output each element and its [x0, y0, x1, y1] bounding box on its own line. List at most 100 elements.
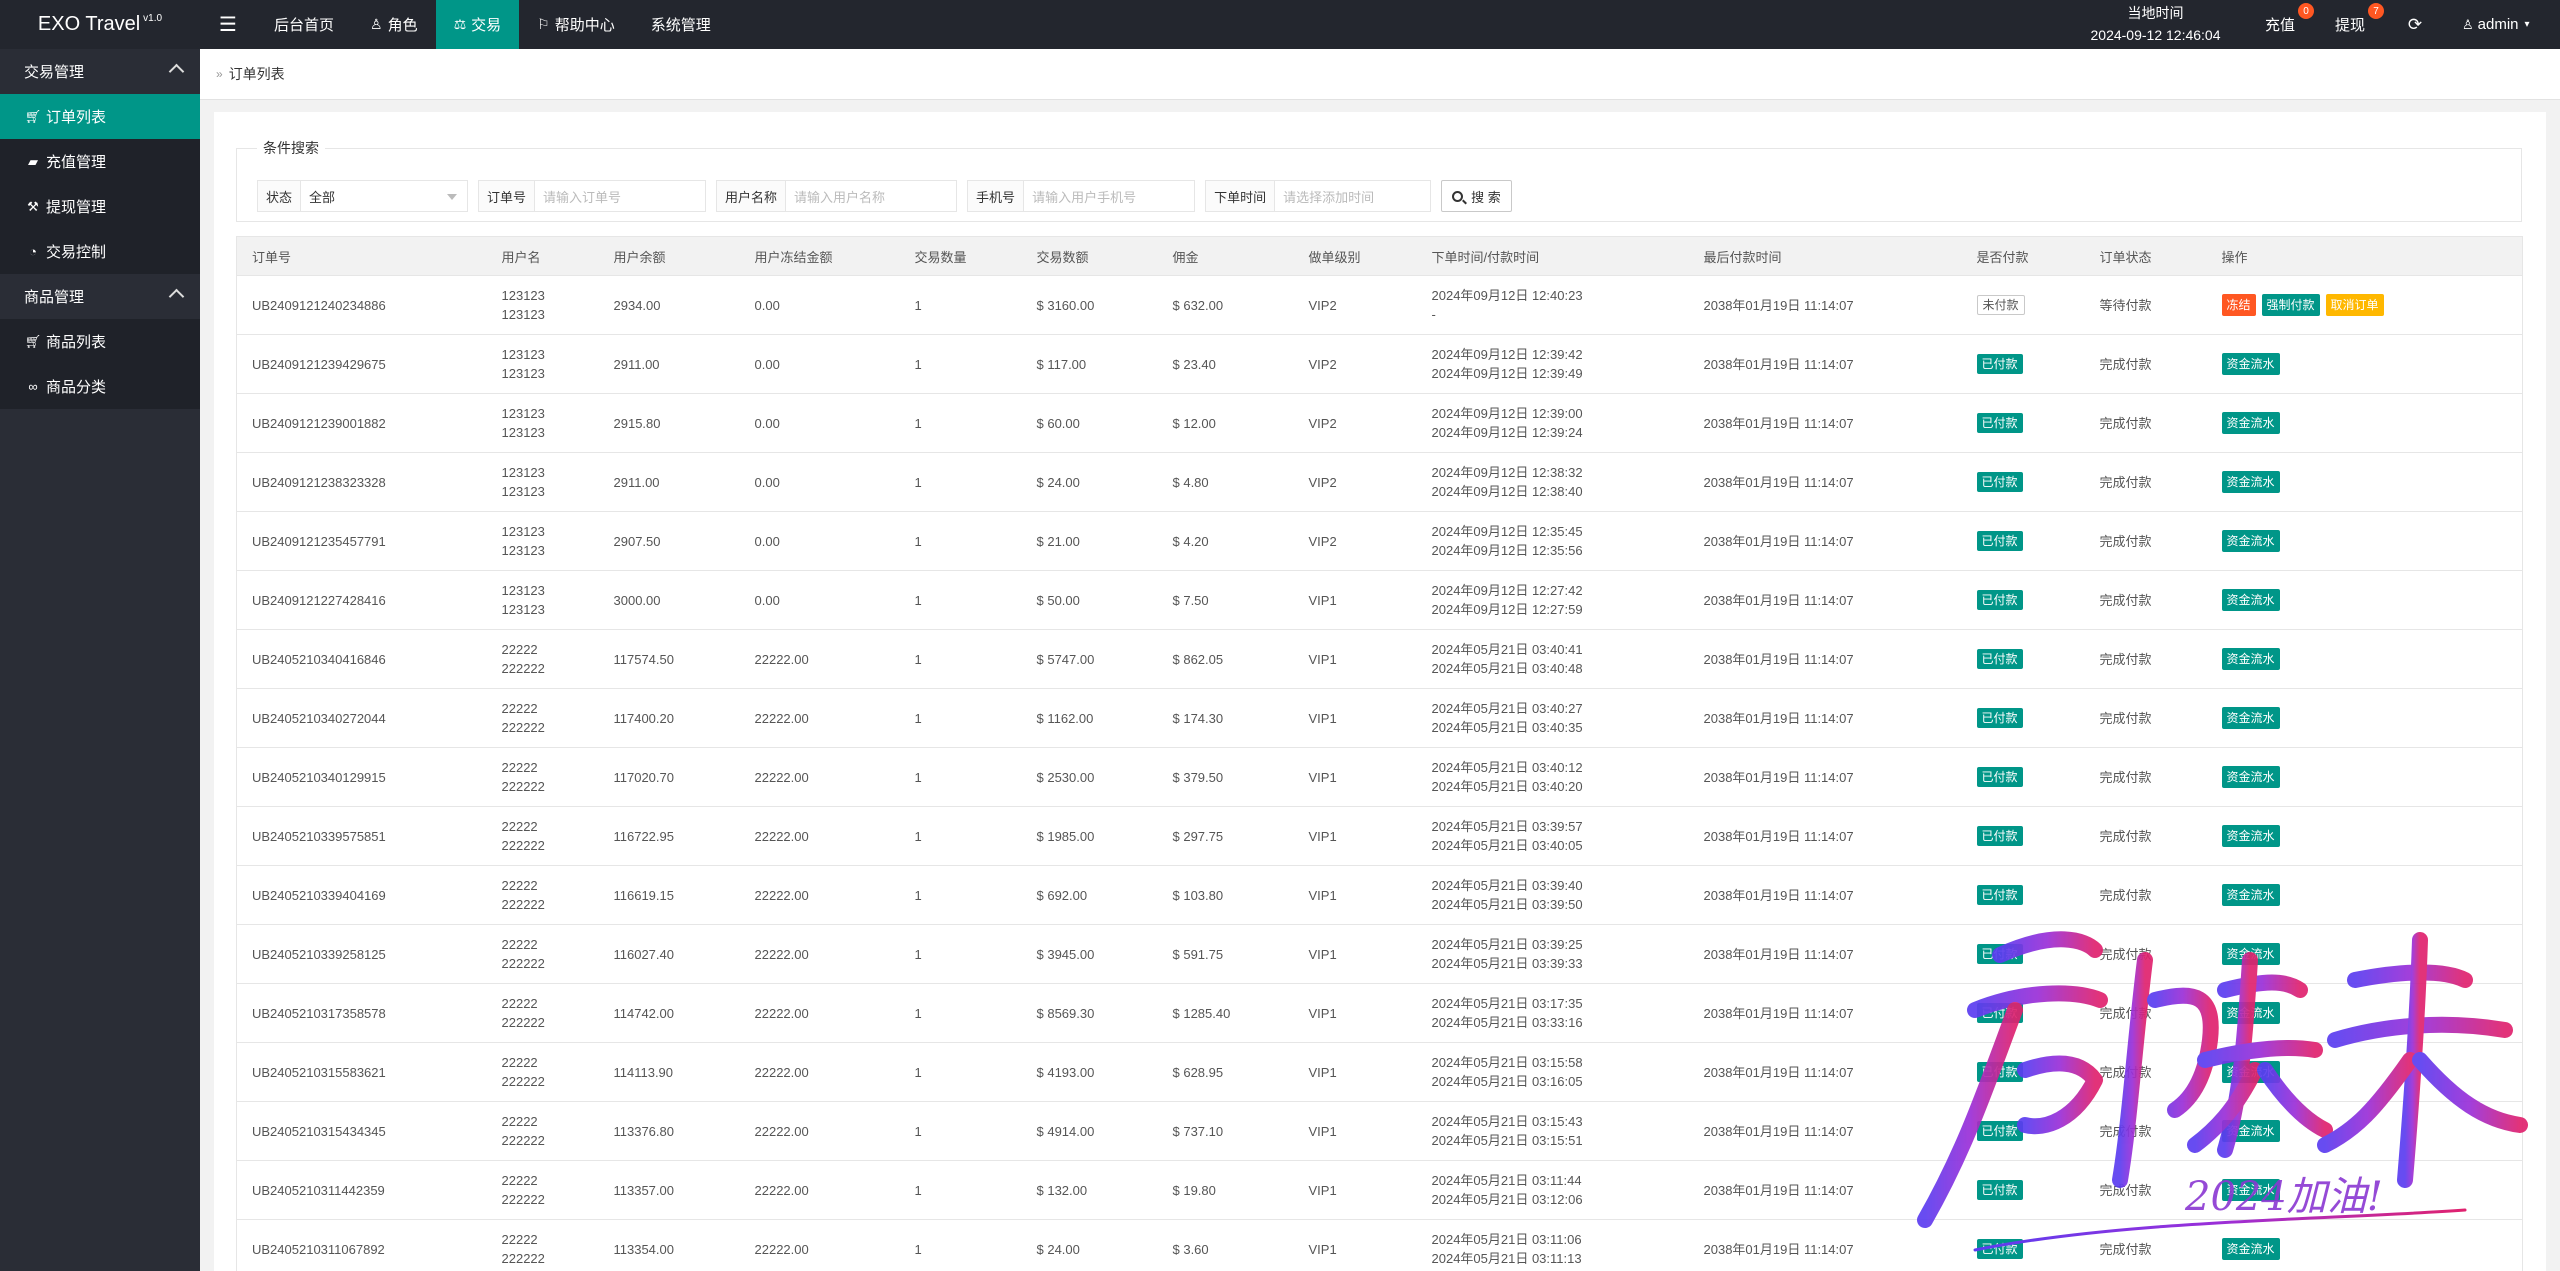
cell-balance: 114742.00 — [598, 983, 740, 1043]
table-row[interactable]: UB2405210311442359 22222 222222 113357.00 22… — [236, 1160, 2523, 1220]
fund-flow-button[interactable]: 资金流水 — [2221, 943, 2280, 965]
app-title: EXO Travel — [37, 13, 141, 35]
cell-balance: 116722.95 — [598, 806, 740, 866]
pay-time: 2024年09月12日 12:39:49 — [1431, 366, 1583, 381]
paid-badge: 已付款 — [1976, 708, 2023, 728]
user-menu[interactable]: ♙ admin ▾ — [2462, 0, 2530, 49]
fund-flow-button[interactable]: 资金流水 — [2221, 648, 2280, 670]
fund-flow-button[interactable]: 资金流水 — [2221, 1002, 2280, 1024]
cell-commission: $ 19.80 — [1157, 1160, 1294, 1220]
cell-username: 123123 123123 — [486, 275, 599, 335]
order-no: UB2409121239429675 — [252, 356, 386, 372]
pay-time: 2024年05月21日 03:16:05 — [1431, 1074, 1583, 1089]
fund-flow-button[interactable]: 资金流水 — [2221, 1179, 2280, 1201]
fund-flow-button[interactable]: 资金流水 — [2221, 412, 2280, 434]
fund-flow-button[interactable]: 资金流水 — [2221, 884, 2280, 906]
cell-level: VIP1 — [1293, 629, 1417, 689]
username: 22222 — [501, 819, 538, 834]
table-row[interactable]: UB2409121238323328 123123 123123 2911.00 0.0… — [236, 452, 2523, 512]
table-row[interactable]: UB2405210339258125 22222 222222 116027.40 22… — [236, 924, 2523, 984]
table-row[interactable]: UB2405210315434345 22222 222222 113376.80 22… — [236, 1101, 2523, 1161]
table-row[interactable]: UB2405210340272044 22222 222222 117400.20 22… — [236, 688, 2523, 748]
table-row[interactable]: UB2405210340129915 22222 222222 117020.70 22… — [236, 747, 2523, 807]
cell-username: 22222 222222 — [486, 865, 599, 925]
table-row[interactable]: UB2405210339575851 22222 222222 116722.95 22… — [236, 806, 2523, 866]
orders-table: 订单号 用户名 用户余额 用户冻结金额 交易数量 交易数额 佣金 做单级别 下单时间/付款时间最… — [236, 236, 2523, 1271]
cell-last-pay: 2038年01月19日 11:14:07 — [1688, 393, 1962, 453]
pay-time: 2024年09月12日 12:39:24 — [1431, 425, 1583, 440]
fund-flow-button[interactable]: 资金流水 — [2221, 1061, 2280, 1083]
freeze-button[interactable]: 冻结 — [2221, 294, 2256, 316]
cell-paid: 已付款 — [1961, 1219, 2085, 1271]
username: 123123 — [501, 465, 545, 480]
menu-toggle-icon[interactable]: ☰ — [200, 0, 256, 49]
username: 22222 — [501, 1232, 538, 1247]
commission: $ 4.20 — [1172, 533, 1209, 549]
phone-input[interactable]: 请输入用户手机号 — [1024, 181, 1194, 211]
last-pay-time: 2038年01月19日 11:14:07 — [1703, 946, 1854, 962]
fund-flow-button[interactable]: 资金流水 — [2221, 707, 2280, 729]
user-phone: 123123 — [501, 307, 545, 322]
chevron-up-icon — [168, 63, 185, 80]
order-input[interactable]: 请输入订单号 — [535, 181, 705, 211]
nav-home[interactable]: 后台首页 — [256, 0, 352, 49]
table-row[interactable]: UB2405210311067892 22222 222222 113354.00 22… — [236, 1219, 2523, 1271]
cell-amount: $ 5747.00 — [1021, 629, 1158, 689]
table-row[interactable]: UB2409121235457791 123123 123123 2907.50 0.0… — [236, 511, 2523, 571]
sidebar-item-trade-control[interactable]: ◔ 交易控制 — [0, 229, 200, 274]
time-input[interactable]: 请选择添加时间 — [1275, 181, 1430, 211]
search-button[interactable]: 搜 索 — [1441, 180, 1512, 212]
cell-balance: 3000.00 — [598, 570, 740, 630]
sidebar-item-recharge[interactable]: ▰ 充值管理 — [0, 139, 200, 184]
last-pay-time: 2038年01月19日 11:14:07 — [1703, 1064, 1854, 1080]
cancel-order-button[interactable]: 取消订单 — [2325, 294, 2384, 316]
pay-time: 2024年05月21日 03:15:51 — [1431, 1133, 1583, 1148]
table-row[interactable]: UB2405210340416846 22222 222222 117574.50 22… — [236, 629, 2523, 689]
nav-system[interactable]: 系统管理 — [633, 0, 729, 49]
sidebar-group-goods[interactable]: 商品管理 — [0, 274, 200, 319]
fund-flow-button[interactable]: 资金流水 — [2221, 589, 2280, 611]
fund-flow-button[interactable]: 资金流水 — [2221, 353, 2280, 375]
table-row[interactable]: UB2409121240234886 123123 123123 2934.00 0.0… — [236, 275, 2523, 335]
sidebar-item-orders[interactable]: 🛒︎ 订单列表 — [0, 94, 200, 139]
fund-flow-button[interactable]: 资金流水 — [2221, 530, 2280, 552]
nav-trade[interactable]: ⚖ 交易 — [435, 0, 520, 49]
cell-balance: 2907.50 — [598, 511, 740, 571]
table-row[interactable]: UB2405210339404169 22222 222222 116619.15 22… — [236, 865, 2523, 925]
frozen-amount: 22222.00 — [754, 1064, 809, 1080]
table-row[interactable]: UB2409121227428416 123123 123123 3000.00 0.0… — [236, 570, 2523, 630]
table-row[interactable]: UB2409121239429675 123123 123123 2911.00 0.0… — [236, 334, 2523, 394]
cell-status: 完成付款 — [2084, 806, 2207, 866]
cell-order-no: UB2405210340272044 — [236, 688, 487, 748]
sidebar-group-trade[interactable]: 交易管理 — [0, 49, 200, 94]
force-pay-button[interactable]: 强制付款 — [2261, 294, 2320, 316]
fund-flow-button[interactable]: 资金流水 — [2221, 766, 2280, 788]
fund-flow-button[interactable]: 资金流水 — [2221, 1238, 2280, 1260]
refresh-icon[interactable]: ⟳ — [2400, 0, 2430, 49]
app-logo[interactable]: EXO Travel v1.0 — [0, 0, 200, 49]
status-select[interactable]: 全部 — [301, 181, 467, 211]
withdraw-link[interactable]: 提现 7 — [2335, 0, 2384, 49]
sidebar-item-goods-list[interactable]: 🛒︎ 商品列表 — [0, 319, 200, 364]
fund-flow-button[interactable]: 资金流水 — [2221, 471, 2280, 493]
sidebar-item-withdraw[interactable]: ⚒ 提现管理 — [0, 184, 200, 229]
table-row[interactable]: UB2405210315583621 22222 222222 114113.90 22… — [236, 1042, 2523, 1102]
recharge-badge: 0 — [2298, 3, 2314, 19]
nav-role[interactable]: ♙ 角色 — [352, 0, 436, 49]
last-pay-time: 2038年01月19日 11:14:07 — [1703, 1241, 1854, 1257]
table-row[interactable]: UB2409121239001882 123123 123123 2915.80 0.0… — [236, 393, 2523, 453]
cell-order-no: UB2405210311067892 — [236, 1219, 487, 1271]
sidebar-item-goods-category[interactable]: ∞ 商品分类 — [0, 364, 200, 409]
fund-flow-button[interactable]: 资金流水 — [2221, 825, 2280, 847]
username-input[interactable]: 请输入用户名称 — [786, 181, 956, 211]
cell-paid: 已付款 — [1961, 1160, 2085, 1220]
cell-amount: $ 1162.00 — [1021, 688, 1158, 748]
nav-help[interactable]: ⚐ 帮助中心 — [519, 0, 633, 49]
table-header-row: 订单号 用户名 用户余额 用户冻结金额 交易数量 交易数额 佣金 做单级别 下单时间/付款时间最… — [236, 236, 2523, 276]
cell-commission: $ 174.30 — [1157, 688, 1294, 748]
table-row[interactable]: UB2405210317358578 22222 222222 114742.00 22… — [236, 983, 2523, 1043]
order-status: 完成付款 — [2099, 710, 2152, 726]
recharge-link[interactable]: 充值 0 — [2265, 0, 2314, 49]
fund-flow-button[interactable]: 资金流水 — [2221, 1120, 2280, 1142]
breadcrumb-current[interactable]: 订单列表 — [229, 64, 285, 84]
